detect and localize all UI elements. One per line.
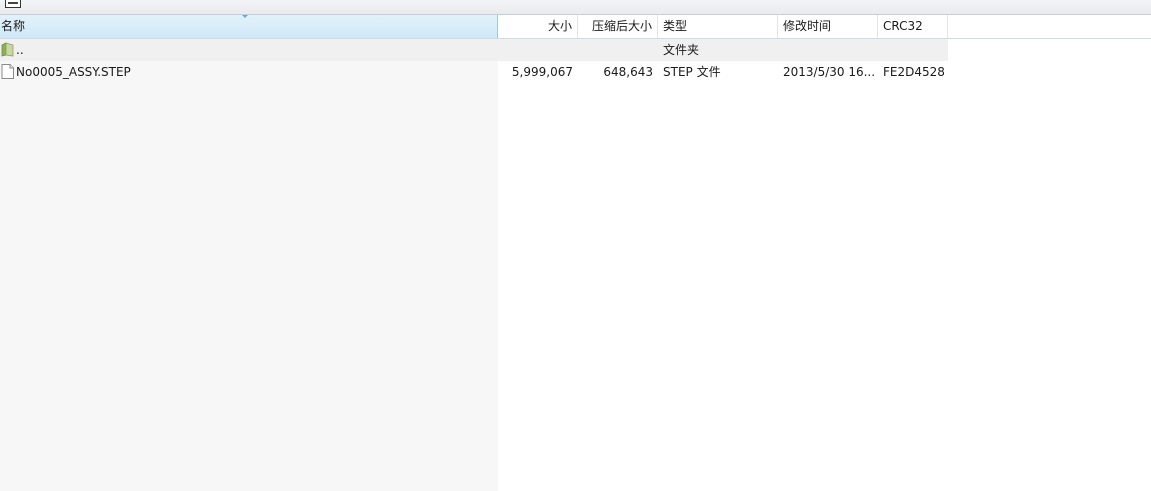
column-header-name[interactable]: 名称 xyxy=(0,15,498,38)
column-header-bar: 名称 大小 压缩后大小 类型 修改时间 CRC32 xyxy=(0,15,1151,39)
item-packed-size: 648,643 xyxy=(603,65,653,79)
file-list: .. 文件夹 No0005_ASSY.STEP 5,999,067 648,64… xyxy=(0,39,1151,491)
column-header-size-label: 大小 xyxy=(547,19,572,33)
archive-file-list-window: 名称 大小 压缩后大小 类型 修改时间 CRC32 .. 文件夹 No0005_… xyxy=(0,0,1151,491)
item-size: 5,999,067 xyxy=(511,65,573,79)
item-modified xyxy=(778,39,878,61)
column-header-type[interactable]: 类型 xyxy=(658,15,778,38)
column-header-crc32-label: CRC32 xyxy=(883,19,923,33)
name-column-background xyxy=(0,39,498,491)
column-header-packed-size-label: 压缩后大小 xyxy=(591,19,652,33)
column-header-modified-label: 修改时间 xyxy=(783,19,832,33)
sort-indicator-icon xyxy=(241,15,249,18)
item-type: STEP 文件 xyxy=(663,65,721,79)
column-header-crc32[interactable]: CRC32 xyxy=(878,15,948,38)
column-header-packed-size[interactable]: 压缩后大小 xyxy=(578,15,658,38)
item-name: .. xyxy=(16,43,24,57)
item-name: No0005_ASSY.STEP xyxy=(16,65,131,79)
column-header-name-label: 名称 xyxy=(1,19,26,33)
item-modified: 2013/5/30 16... xyxy=(783,65,876,79)
item-type: 文件夹 xyxy=(663,43,700,57)
toolbar-icon[interactable] xyxy=(5,0,21,8)
item-crc32: FE2D4528 xyxy=(883,65,945,79)
list-item-file[interactable]: No0005_ASSY.STEP 5,999,067 648,643 STEP … xyxy=(0,61,948,83)
toolbar-strip xyxy=(0,0,1151,15)
column-header-size[interactable]: 大小 xyxy=(498,15,578,38)
list-item-parent-folder[interactable]: .. 文件夹 xyxy=(0,39,948,61)
item-crc32 xyxy=(878,39,948,61)
column-header-modified[interactable]: 修改时间 xyxy=(778,15,878,38)
item-packed-size xyxy=(578,39,658,61)
item-size xyxy=(498,39,578,61)
column-header-type-label: 类型 xyxy=(663,19,688,33)
